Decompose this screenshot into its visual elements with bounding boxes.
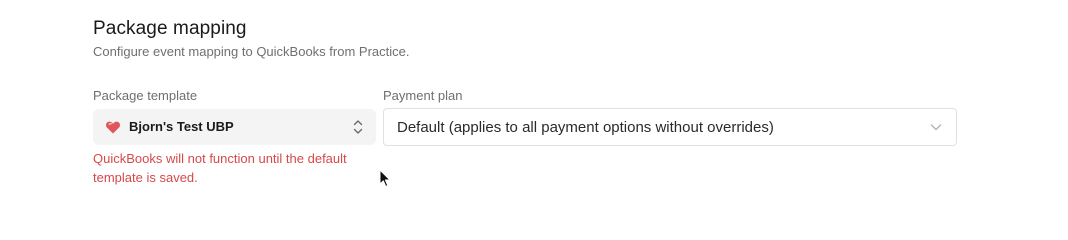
section-title: Package mapping bbox=[93, 18, 247, 39]
section-subtitle: Configure event mapping to QuickBooks fr… bbox=[93, 44, 410, 59]
up-down-arrows-icon bbox=[353, 120, 363, 134]
mouse-cursor-icon bbox=[379, 169, 391, 187]
payment-plan-select[interactable]: Default (applies to all payment options … bbox=[383, 108, 957, 146]
heart-icon bbox=[106, 121, 120, 134]
package-mapping-section: Package mapping Configure event mapping … bbox=[0, 0, 1068, 204]
package-template-value: Bjorn's Test UBP bbox=[129, 119, 234, 134]
payment-plan-label: Payment plan bbox=[383, 88, 463, 103]
chevron-down-icon bbox=[930, 124, 942, 131]
package-template-label: Package template bbox=[93, 88, 198, 103]
package-template-error: QuickBooks will not function until the d… bbox=[93, 151, 347, 185]
payment-plan-value: Default (applies to all payment options … bbox=[397, 119, 774, 136]
package-template-select[interactable]: Bjorn's Test UBP bbox=[93, 109, 376, 145]
